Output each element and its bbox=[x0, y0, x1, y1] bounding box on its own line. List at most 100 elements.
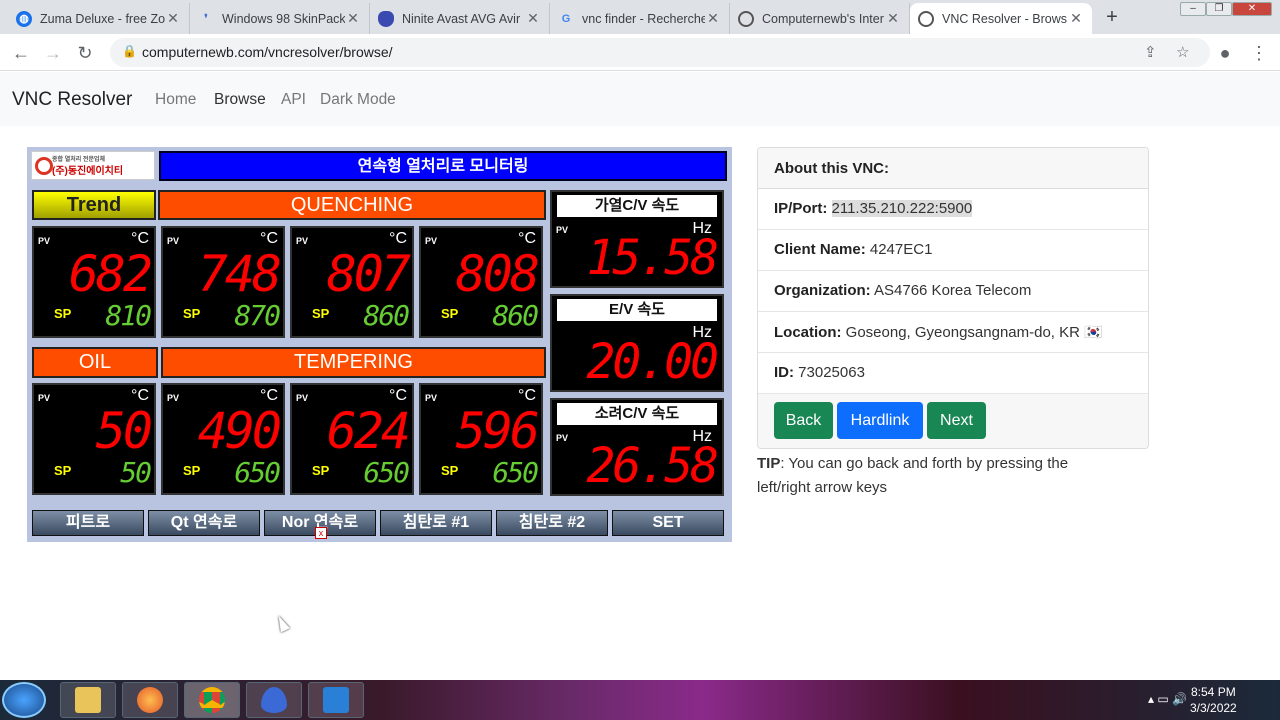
quench-panel-3: PV °C 807 SP 860 bbox=[290, 226, 414, 338]
id-value: 73025063 bbox=[798, 364, 865, 381]
pv-label: PV bbox=[556, 433, 569, 443]
chrome-icon[interactable] bbox=[184, 682, 240, 718]
forward-arrow-icon[interactable]: → bbox=[42, 42, 64, 64]
web-page: VNC Resolver Home Browse API Dark Mode 종… bbox=[0, 72, 1280, 680]
sp-value: 650 bbox=[492, 456, 539, 489]
close-icon[interactable]: ✕ bbox=[1068, 10, 1084, 27]
start-button[interactable] bbox=[2, 682, 46, 718]
nav-dark-mode[interactable]: Dark Mode bbox=[320, 91, 396, 109]
sp-label: SP bbox=[54, 306, 72, 321]
close-icon[interactable]: ✕ bbox=[165, 10, 181, 27]
close-icon[interactable]: ✕ bbox=[705, 10, 721, 27]
computernewb-icon bbox=[918, 10, 934, 27]
monitor-title: 연속형 열처리로 모니터링 bbox=[159, 151, 727, 181]
system-clock[interactable]: 8:54 PM 3/3/2022 bbox=[1190, 684, 1237, 716]
close-icon[interactable]: ✕ bbox=[885, 10, 901, 27]
logo-circle-icon bbox=[35, 157, 53, 175]
nav-api[interactable]: API bbox=[281, 91, 306, 109]
firefox-icon[interactable] bbox=[122, 682, 178, 718]
clock-time: 8:54 PM bbox=[1191, 685, 1236, 699]
tab-title: VNC Resolver - Brows bbox=[942, 11, 1068, 26]
tab-vnc-resolver[interactable]: VNC Resolver - Brows ✕ bbox=[910, 3, 1092, 34]
maximize-button[interactable]: ❐ bbox=[1206, 2, 1232, 16]
close-icon[interactable]: ✕ bbox=[345, 10, 361, 27]
tab-ninite[interactable]: Ninite Avast AVG Avir ✕ bbox=[370, 3, 550, 34]
tab-skinpack[interactable]: ❜ Windows 98 SkinPack ✕ bbox=[190, 3, 370, 34]
back-arrow-icon[interactable]: ← bbox=[10, 42, 32, 64]
company-name: (주)동진에이치티 bbox=[52, 166, 124, 177]
nav-home[interactable]: Home bbox=[155, 91, 196, 109]
new-tab-button[interactable]: + bbox=[1100, 7, 1124, 29]
carburizing-2-button[interactable]: 침탄로 #2 bbox=[496, 510, 608, 536]
address-bar[interactable]: 🔒 computernewb.com/vncresolver/browse/ ⇪… bbox=[110, 38, 1210, 67]
speed-label: E/V 속도 bbox=[557, 299, 717, 321]
sp-value: 810 bbox=[105, 299, 152, 332]
share-icon[interactable]: ⇪ bbox=[1144, 43, 1157, 61]
app-drop-icon[interactable] bbox=[246, 682, 302, 718]
client-row: Client Name: 4247EC1 bbox=[758, 230, 1148, 271]
tab-computernewb[interactable]: Computernewb's Inter ✕ bbox=[730, 3, 910, 34]
speed-value: 20.00 bbox=[586, 334, 719, 390]
profile-icon[interactable]: ● bbox=[1214, 42, 1236, 64]
explorer-icon[interactable] bbox=[60, 682, 116, 718]
next-button[interactable]: Next bbox=[927, 402, 986, 439]
pv-label: PV bbox=[38, 236, 51, 246]
tray-icons[interactable]: ▴ ▭ 🔊 bbox=[1148, 692, 1187, 706]
quenching-header: QUENCHING bbox=[158, 190, 546, 220]
tab-zuma[interactable]: ◍ Zuma Deluxe - free Zo ✕ bbox=[8, 3, 190, 34]
set-button[interactable]: SET bbox=[612, 510, 724, 536]
pv-label: PV bbox=[425, 236, 438, 246]
pv-label: PV bbox=[425, 393, 438, 403]
ip-value[interactable]: 211.35.210.222:5900 bbox=[831, 200, 973, 217]
feather-icon: ❜ bbox=[204, 13, 208, 25]
temper-panel-1: PV °C 490 SP 650 bbox=[161, 383, 285, 495]
quench-panel-4: PV °C 808 SP 860 bbox=[419, 226, 543, 338]
vnc-viewer-icon[interactable] bbox=[308, 682, 364, 718]
back-button[interactable]: Back bbox=[774, 402, 833, 439]
trend-button[interactable]: Trend bbox=[32, 190, 156, 220]
quench-panel-1: PV °C 682 SP 810 bbox=[32, 226, 156, 338]
reload-icon[interactable]: ↻ bbox=[74, 42, 96, 64]
flag-icon: 🇰🇷 bbox=[1084, 324, 1103, 341]
close-window-button[interactable]: ✕ bbox=[1232, 2, 1272, 16]
pv-value: 807 bbox=[326, 245, 411, 303]
lock-icon: 🔒 bbox=[122, 44, 137, 58]
pv-label: PV bbox=[167, 236, 180, 246]
nav-browse[interactable]: Browse bbox=[214, 91, 266, 109]
ninite-icon bbox=[378, 10, 394, 27]
site-navbar: VNC Resolver Home Browse API Dark Mode bbox=[0, 72, 1280, 126]
sp-label: SP bbox=[54, 463, 72, 478]
bookmark-star-icon[interactable]: ☆ bbox=[1176, 43, 1189, 61]
minimize-button[interactable]: – bbox=[1180, 2, 1206, 16]
qt-furnace-button[interactable]: Qt 연속로 bbox=[148, 510, 260, 536]
pv-value: 624 bbox=[326, 402, 411, 460]
sp-value: 860 bbox=[492, 299, 539, 332]
sp-label: SP bbox=[441, 306, 459, 321]
quench-panel-2: PV °C 748 SP 870 bbox=[161, 226, 285, 338]
vnc-close-x-icon[interactable]: x bbox=[315, 527, 327, 539]
pv-value: 682 bbox=[68, 245, 153, 303]
speed-label: 가열C/V 속도 bbox=[557, 195, 717, 217]
temper-panel-3: PV °C 596 SP 650 bbox=[419, 383, 543, 495]
pv-label: PV bbox=[296, 393, 309, 403]
oil-header: OIL bbox=[32, 347, 158, 378]
sp-value: 650 bbox=[234, 456, 281, 489]
sp-label: SP bbox=[441, 463, 459, 478]
hardlink-button[interactable]: Hardlink bbox=[837, 402, 923, 439]
site-brand[interactable]: VNC Resolver bbox=[12, 89, 132, 111]
carburizing-1-button[interactable]: 침탄로 #1 bbox=[380, 510, 492, 536]
sp-value: 860 bbox=[363, 299, 410, 332]
tab-google[interactable]: Gvnc finder - Recherche ✕ bbox=[550, 3, 730, 34]
sp-label: SP bbox=[183, 306, 201, 321]
client-value: 4247EC1 bbox=[869, 241, 933, 258]
about-card: About this VNC: IP/Port: 211.35.210.222:… bbox=[757, 147, 1149, 449]
close-icon[interactable]: ✕ bbox=[525, 10, 541, 27]
menu-kebab-icon[interactable]: ⋮ bbox=[1248, 42, 1270, 64]
location-value: Goseong, Gyeongsangnam-do, KR bbox=[845, 324, 1080, 341]
oil-panel: PV °C 50 SP 50 bbox=[32, 383, 156, 495]
tip-body: : You can go back and forth by pressing … bbox=[757, 455, 1069, 496]
tab-title: vnc finder - Recherche bbox=[582, 11, 705, 26]
url-text: computernewb.com/vncresolver/browse/ bbox=[142, 44, 393, 60]
pit-furnace-button[interactable]: 피트로 bbox=[32, 510, 144, 536]
vnc-screenshot: 종합 열처리 전문업체 (주)동진에이치티 연속형 열처리로 모니터링 Tren… bbox=[27, 147, 732, 542]
